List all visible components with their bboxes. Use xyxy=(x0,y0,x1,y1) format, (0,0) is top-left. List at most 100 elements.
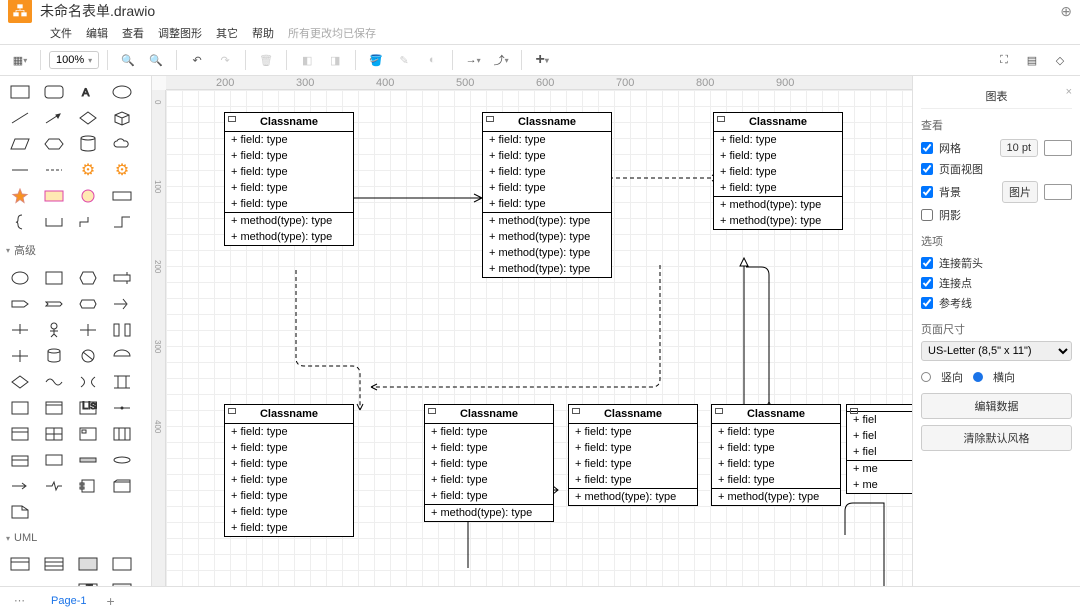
adv-shape[interactable] xyxy=(4,266,36,290)
adv-shape[interactable] xyxy=(106,474,138,498)
adv-shape[interactable]: List xyxy=(72,396,104,420)
shape-ellipse[interactable] xyxy=(106,80,138,104)
shape-and[interactable] xyxy=(72,184,104,208)
adv-shape[interactable] xyxy=(106,422,138,446)
add-page-icon[interactable]: + xyxy=(106,593,114,609)
uml-shape[interactable] xyxy=(106,552,138,576)
connection-icon[interactable]: →▾ xyxy=(461,48,485,72)
line-color-icon[interactable]: ✎ xyxy=(392,48,416,72)
adv-shape[interactable] xyxy=(106,344,138,368)
sidebar-toggle-icon[interactable]: ▦▾ xyxy=(8,48,32,72)
shadow-icon[interactable]: ◐ xyxy=(420,48,444,72)
adv-shape[interactable] xyxy=(38,266,70,290)
uml-shape[interactable] xyxy=(72,552,104,576)
shape-dash[interactable] xyxy=(4,158,36,182)
adv-shape[interactable] xyxy=(4,474,36,498)
fullscreen-icon[interactable]: ⛶ xyxy=(992,48,1016,72)
shape-dashed[interactable] xyxy=(38,158,70,182)
uml-shape[interactable] xyxy=(38,578,70,586)
uml-class[interactable]: Classname + field: type+ field: type+ fi… xyxy=(713,112,843,230)
paper-size-select[interactable]: US-Letter (8,5" x 11") xyxy=(921,341,1072,361)
tabs-menu-icon[interactable]: ⋯ xyxy=(8,594,31,607)
zoom-select[interactable]: 100%▾ xyxy=(49,51,99,69)
uml-shape[interactable] xyxy=(4,578,36,586)
uml-class[interactable]: Classname + field: type+ field: type+ fi… xyxy=(482,112,612,278)
menu-file[interactable]: 文件 xyxy=(50,25,72,41)
shape-curly[interactable] xyxy=(4,210,36,234)
menu-adjust[interactable]: 调整图形 xyxy=(158,25,202,41)
shape-text[interactable]: A xyxy=(72,80,104,104)
uml-class[interactable]: Classname + field: type+ field: type+ fi… xyxy=(711,404,841,506)
section-advanced[interactable]: ▾高级 xyxy=(0,238,151,262)
grid-color-swatch[interactable] xyxy=(1044,140,1072,156)
shape-gear1[interactable]: ⚙ xyxy=(72,158,104,182)
to-back-icon[interactable]: ◨ xyxy=(323,48,347,72)
adv-shape[interactable] xyxy=(4,448,36,472)
arrows-checkbox[interactable] xyxy=(921,257,933,269)
to-front-icon[interactable]: ◧ xyxy=(295,48,319,72)
adv-shape[interactable] xyxy=(72,292,104,316)
shape-bracket[interactable] xyxy=(38,210,70,234)
background-checkbox[interactable] xyxy=(921,186,933,198)
shape-databar[interactable] xyxy=(106,184,138,208)
page-tab[interactable]: Page-1 xyxy=(39,591,98,611)
adv-shape[interactable] xyxy=(72,474,104,498)
shape-line[interactable] xyxy=(4,106,36,130)
uml-shape[interactable]: T xyxy=(72,578,104,586)
shape-gear2[interactable]: ⚙ xyxy=(106,158,138,182)
zoom-in-icon[interactable]: 🔍 xyxy=(116,48,140,72)
shape-rect[interactable] xyxy=(4,80,36,104)
shape-step[interactable] xyxy=(72,210,104,234)
shape-elbow[interactable] xyxy=(106,210,138,234)
adv-shape[interactable] xyxy=(4,344,36,368)
waypoint-icon[interactable]: ⤴▾ xyxy=(489,48,513,72)
shape-hexagon[interactable] xyxy=(38,132,70,156)
adv-shape[interactable] xyxy=(38,344,70,368)
image-button[interactable]: 图片 xyxy=(1002,181,1038,203)
insert-icon[interactable]: +▾ xyxy=(530,48,554,72)
zoom-out-icon[interactable]: 🔍 xyxy=(144,48,168,72)
shape-diamond[interactable] xyxy=(72,106,104,130)
adv-shape[interactable] xyxy=(106,370,138,394)
delete-icon[interactable]: 🗑 xyxy=(254,48,278,72)
uml-class[interactable]: Classname + field: type+ field: type+ fi… xyxy=(424,404,554,522)
section-uml[interactable]: ▾UML xyxy=(0,528,151,548)
shape-or[interactable] xyxy=(38,184,70,208)
adv-shape[interactable] xyxy=(4,292,36,316)
uml-class[interactable]: Classname + field: type+ field: type+ fi… xyxy=(224,404,354,537)
adv-shape[interactable] xyxy=(106,448,138,472)
close-icon[interactable]: × xyxy=(1066,86,1072,98)
bg-color-swatch[interactable] xyxy=(1044,184,1072,200)
uml-shape[interactable] xyxy=(106,578,138,586)
adv-shape[interactable] xyxy=(72,422,104,446)
uml-class[interactable]: Classname + field: type+ field: type+ fi… xyxy=(568,404,698,506)
document-title[interactable]: 未命名表单.drawio xyxy=(40,1,155,21)
uml-class[interactable]: Classname + field: type+ field: type+ fi… xyxy=(224,112,354,246)
menu-edit[interactable]: 编辑 xyxy=(86,25,108,41)
adv-shape[interactable] xyxy=(72,344,104,368)
fill-color-icon[interactable]: 🪣 xyxy=(364,48,388,72)
adv-shape[interactable] xyxy=(38,318,70,342)
menu-other[interactable]: 其它 xyxy=(216,25,238,41)
adv-shape[interactable] xyxy=(4,396,36,420)
landscape-radio[interactable] xyxy=(973,372,983,382)
format-panel-icon[interactable]: ▤ xyxy=(1020,48,1044,72)
shape-cube[interactable] xyxy=(106,106,138,130)
uml-shape[interactable] xyxy=(4,552,36,576)
points-checkbox[interactable] xyxy=(921,277,933,289)
shape-star[interactable] xyxy=(4,184,36,208)
adv-shape[interactable] xyxy=(4,500,36,524)
adv-shape[interactable] xyxy=(72,266,104,290)
adv-shape[interactable] xyxy=(38,370,70,394)
undo-icon[interactable]: ↶ xyxy=(185,48,209,72)
adv-shape[interactable] xyxy=(38,422,70,446)
menu-view[interactable]: 查看 xyxy=(122,25,144,41)
shape-cylinder[interactable] xyxy=(72,132,104,156)
outline-icon[interactable]: ◇ xyxy=(1048,48,1072,72)
canvas[interactable]: Classname + field: type+ field: type+ fi… xyxy=(166,90,912,586)
portrait-radio[interactable] xyxy=(921,372,931,382)
adv-shape[interactable] xyxy=(38,448,70,472)
adv-shape[interactable] xyxy=(4,318,36,342)
shape-cloud[interactable] xyxy=(106,132,138,156)
adv-shape[interactable] xyxy=(4,370,36,394)
